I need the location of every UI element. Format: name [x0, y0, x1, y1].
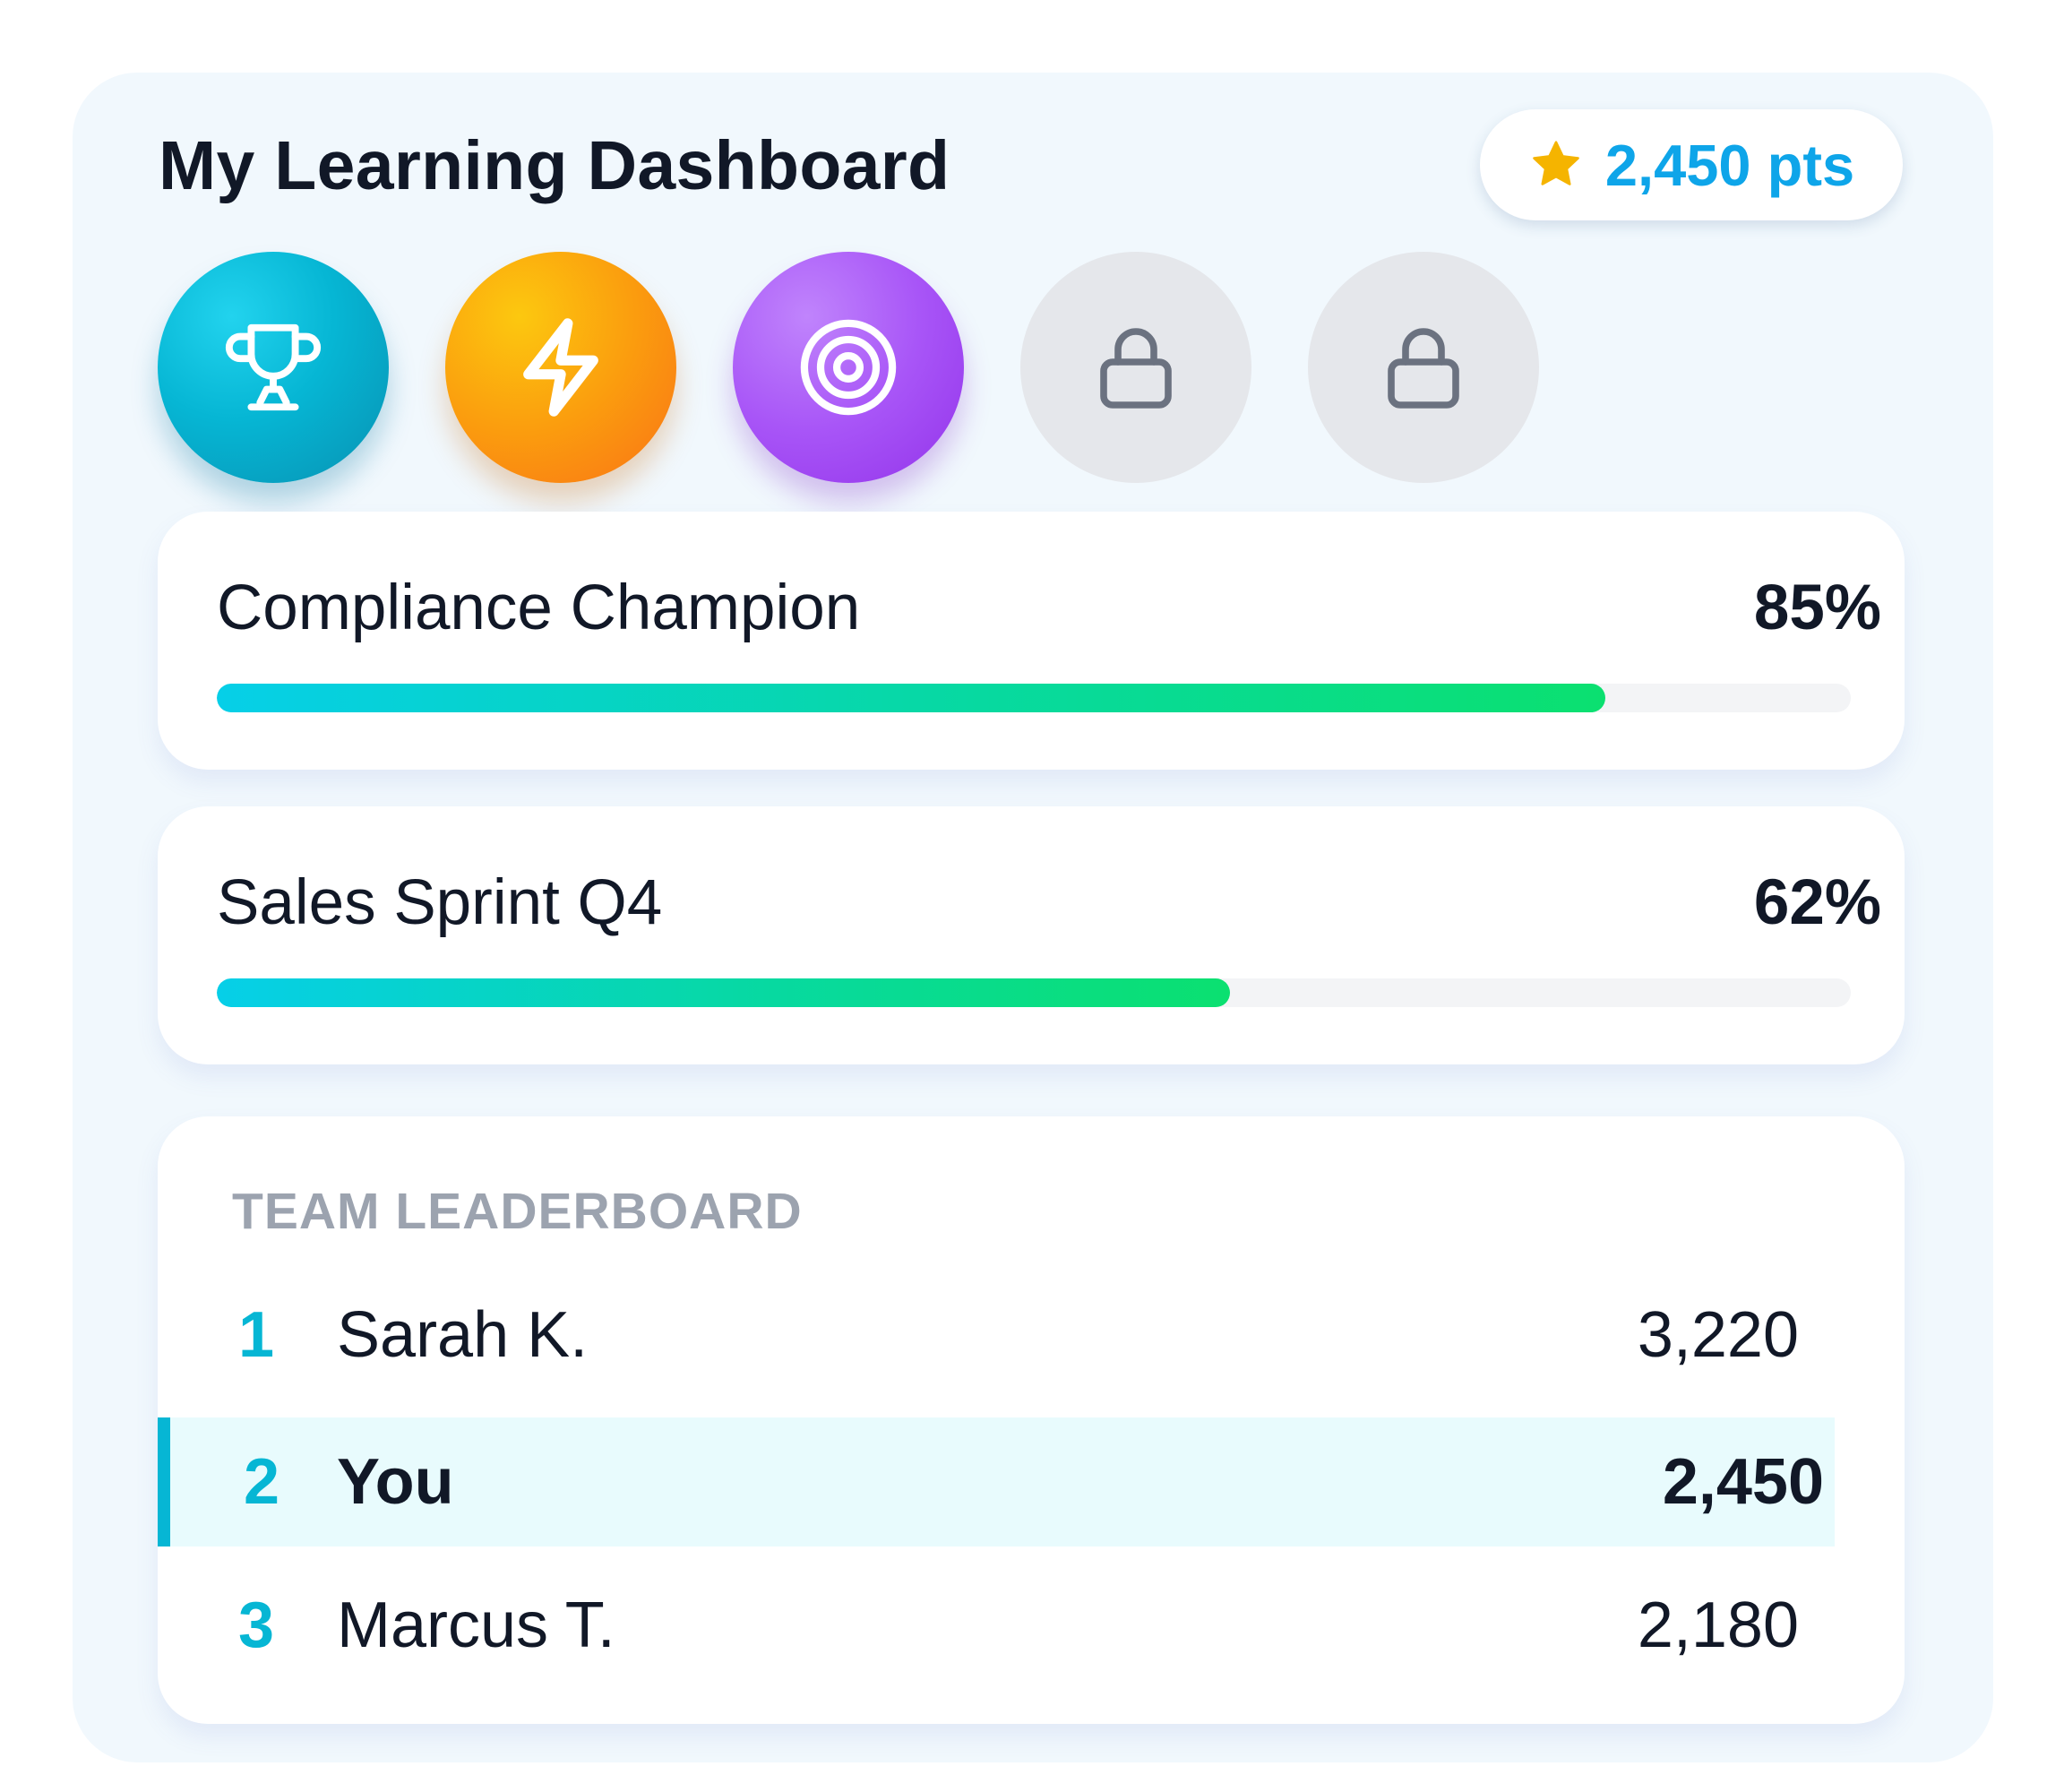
course-name: Compliance Champion [217, 573, 861, 643]
leaderboard-rank: 3 [238, 1590, 275, 1661]
progress-track [217, 684, 1851, 712]
trophy-icon [225, 323, 322, 411]
progress-track [217, 978, 1851, 1007]
trophy-badge[interactable] [158, 252, 389, 483]
star-icon [1533, 141, 1579, 185]
page-title: My Learning Dashboard [159, 127, 950, 204]
leaderboard-name: You [337, 1446, 454, 1518]
leaderboard-row[interactable]: 1 Sarah K. 3,220 [158, 1271, 1835, 1400]
leaderboard-rank: 2 [244, 1446, 280, 1518]
locked-badge[interactable] [1020, 252, 1251, 483]
target-badge[interactable] [733, 252, 964, 483]
points-value: 2,450 pts [1604, 132, 1855, 198]
lock-icon [1388, 328, 1459, 409]
leaderboard-score: 3,220 [1637, 1299, 1799, 1371]
course-percent: 85% [1753, 573, 1881, 643]
leaderboard-card: TEAM LEADERBOARD 1 Sarah K. 3,220 2 You … [158, 1116, 1905, 1724]
leaderboard-name: Sarah K. [337, 1299, 589, 1371]
progress-fill [217, 978, 1230, 1007]
progress-fill [217, 684, 1606, 712]
lightning-badge[interactable] [445, 252, 676, 483]
leaderboard-heading: TEAM LEADERBOARD [232, 1183, 803, 1240]
leaderboard-score: 2,180 [1637, 1590, 1799, 1661]
course-progress-card[interactable]: Compliance Champion 85% [158, 512, 1905, 770]
locked-badge[interactable] [1308, 252, 1539, 483]
course-percent: 62% [1753, 867, 1881, 938]
course-name: Sales Sprint Q4 [217, 867, 663, 938]
course-progress-card[interactable]: Sales Sprint Q4 62% [158, 806, 1905, 1064]
points-badge[interactable]: 2,450 pts [1480, 109, 1903, 220]
leaderboard-row-current-user[interactable]: 2 You 2,450 [158, 1417, 1835, 1546]
leaderboard-score: 2,450 [1662, 1446, 1824, 1518]
leaderboard-name: Marcus T. [337, 1590, 615, 1661]
leaderboard-row[interactable]: 3 Marcus T. 2,180 [158, 1561, 1835, 1690]
target-icon [800, 319, 897, 416]
lock-icon [1100, 328, 1172, 409]
lightning-icon [523, 318, 598, 417]
leaderboard-rank: 1 [238, 1299, 275, 1371]
